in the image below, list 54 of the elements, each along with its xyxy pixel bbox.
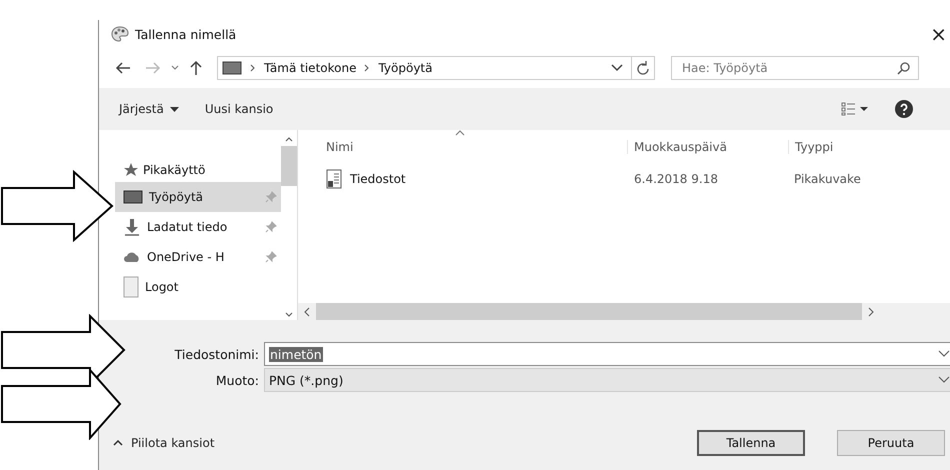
breadcrumb[interactable]: Tämä tietokone — [264, 61, 356, 75]
cloud-icon — [123, 251, 141, 263]
chevron-down-icon[interactable] — [938, 376, 950, 384]
up-arrow-icon[interactable] — [189, 60, 203, 76]
field-label: Muoto: — [214, 372, 259, 388]
save-button[interactable]: Tallenna — [697, 430, 805, 456]
caret-icon[interactable] — [611, 64, 623, 72]
star-icon — [123, 163, 139, 177]
field-label: Tiedostonimi: — [174, 346, 259, 362]
file-type: Pikakuvake — [793, 172, 861, 186]
search-icon — [897, 62, 910, 74]
close-button[interactable]: × — [926, 22, 950, 46]
hide-folders-button[interactable]: Piilota kansiot — [113, 436, 215, 450]
palette-icon — [111, 26, 129, 42]
search-box[interactable]: Hae: Työpöytä — [671, 56, 919, 80]
quick-access-heading[interactable]: Pikakäyttö — [143, 163, 206, 177]
chevron-down-icon[interactable] — [938, 350, 950, 358]
download-arrow-icon — [123, 218, 141, 236]
sidebar-item[interactable]: OneDrive - H — [115, 242, 281, 272]
scroll-left-icon[interactable] — [304, 306, 310, 316]
view-options-icon[interactable] — [841, 102, 869, 116]
breadcrumb[interactable]: Työpöytä — [378, 61, 432, 75]
help-icon[interactable] — [895, 100, 913, 118]
document-icon — [123, 276, 139, 298]
sidebar-item[interactable]: Työpöytä — [115, 182, 281, 212]
scrollbar-thumb[interactable] — [316, 303, 862, 320]
sort-caret-icon — [455, 130, 465, 136]
monitor-icon — [222, 61, 242, 75]
file-name[interactable]: Tiedostot — [350, 172, 406, 186]
scroll-down-icon[interactable] — [285, 312, 293, 318]
organize-button[interactable]: Järjestä — [113, 100, 185, 118]
chevron-up-icon — [113, 440, 123, 446]
sidebar-item[interactable]: Ladatut tiedo — [115, 212, 281, 242]
shortcut-file-icon — [326, 169, 342, 189]
window-title: Tallenna nimellä — [135, 26, 236, 42]
caret-icon[interactable] — [171, 65, 179, 71]
filename-field[interactable]: nimetön — [264, 342, 950, 366]
refresh-icon[interactable] — [637, 61, 649, 75]
address-bar[interactable]: Tämä tietokone Työpöytä — [217, 56, 655, 80]
caret-icon — [170, 106, 179, 112]
back-arrow-icon[interactable] — [115, 61, 131, 75]
column-header[interactable]: Nimi — [298, 140, 628, 154]
format-dropdown[interactable]: PNG (*.png) — [264, 368, 950, 392]
scrollbar-thumb[interactable] — [281, 146, 297, 186]
monitor-icon — [123, 190, 143, 204]
column-header[interactable]: Tyyppi — [789, 140, 834, 154]
scroll-up-icon[interactable] — [285, 136, 293, 142]
file-date: 6.4.2018 9.18 — [633, 172, 719, 186]
cancel-button[interactable]: Peruuta — [837, 430, 945, 456]
scrollbar[interactable] — [298, 303, 950, 320]
scroll-right-icon[interactable] — [868, 306, 874, 316]
sidebar-item[interactable]: Logot — [115, 272, 281, 302]
new-folder-button[interactable]: Uusi kansio — [198, 100, 280, 118]
column-header[interactable]: Muokkauspäivä — [628, 140, 789, 154]
